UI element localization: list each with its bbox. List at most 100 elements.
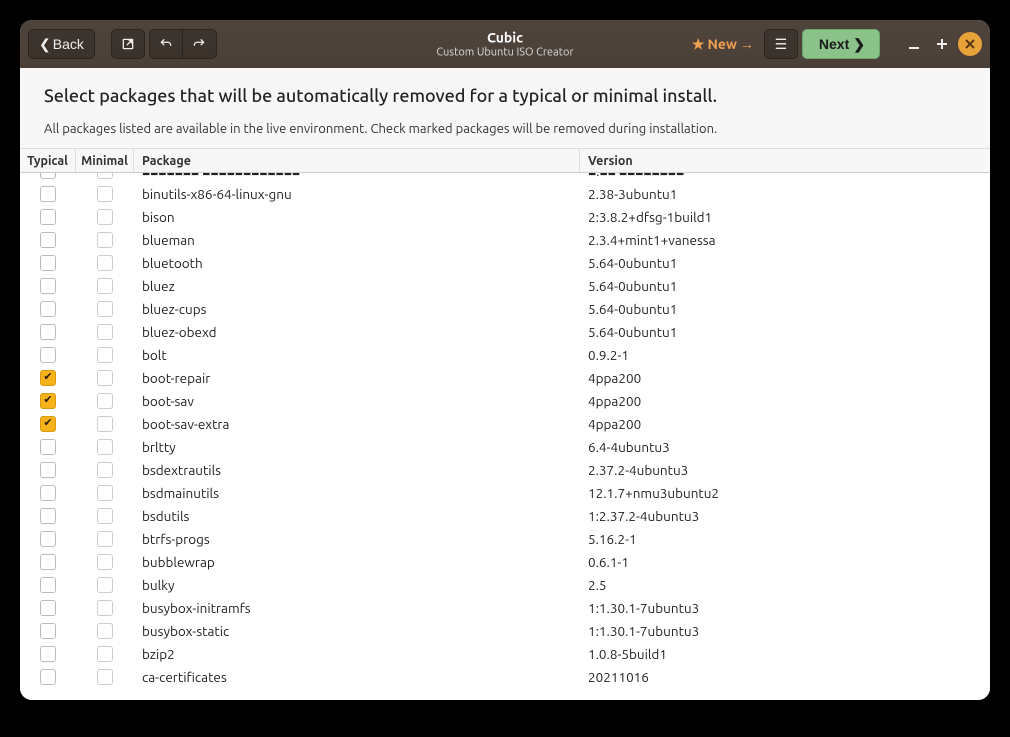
minimal-checkbox[interactable] [97, 554, 113, 570]
minimal-checkbox[interactable] [97, 600, 113, 616]
menu-button[interactable]: ☰ [764, 29, 798, 59]
table-row: bluez-cups5.64-0ubuntu1 [20, 297, 990, 320]
package-name: blueman [134, 232, 580, 248]
package-version: 1.0.8-5build1 [580, 646, 990, 662]
minimal-checkbox[interactable] [97, 301, 113, 317]
typical-checkbox[interactable] [40, 301, 56, 317]
package-version: 4ppa200 [580, 416, 990, 432]
typical-checkbox[interactable] [40, 173, 56, 179]
package-name: bluetooth [134, 255, 580, 271]
typical-checkbox[interactable] [40, 186, 56, 202]
typical-checkbox[interactable] [40, 232, 56, 248]
minimal-checkbox[interactable] [97, 186, 113, 202]
table-row: blueman2.3.4+mint1+vanessa [20, 228, 990, 251]
typical-checkbox[interactable] [40, 600, 56, 616]
minimal-checkbox[interactable] [97, 416, 113, 432]
open-in-new-icon [121, 37, 135, 51]
minimal-checkbox[interactable] [97, 173, 113, 179]
typical-checkbox[interactable] [40, 531, 56, 547]
typical-checkbox[interactable] [40, 554, 56, 570]
typical-checkbox[interactable] [40, 278, 56, 294]
package-name: bluez-cups [134, 301, 580, 317]
minimize-button[interactable] [902, 32, 926, 56]
package-name: boot-repair [134, 370, 580, 386]
typical-checkbox[interactable] [40, 209, 56, 225]
chevron-right-icon: ❯ [853, 36, 865, 53]
package-version: 2.38-3ubuntu1 [580, 186, 990, 202]
package-name: brltty [134, 439, 580, 455]
minimal-checkbox[interactable] [97, 324, 113, 340]
redo-icon [192, 37, 206, 51]
minimal-checkbox[interactable] [97, 485, 113, 501]
package-version: 2.3.4+mint1+vanessa [580, 232, 990, 248]
column-header-package[interactable]: Package [134, 149, 580, 172]
package-name: busybox-initramfs [134, 600, 580, 616]
minimize-icon [908, 38, 920, 50]
package-version: ■.■■ ■■■■■■■■ [580, 173, 990, 179]
typical-checkbox[interactable] [40, 646, 56, 662]
back-button[interactable]: ❮ Back [28, 29, 95, 59]
typical-checkbox[interactable] [40, 508, 56, 524]
package-version: 2.37.2-4ubuntu3 [580, 462, 990, 478]
app-window: ❮ Back Cubic Custom Ubuntu ISO Creator [20, 20, 990, 700]
table-body[interactable]: ■■■■■■■ ■■■■■■■■■■■■ ■.■■ ■■■■■■■■ binut… [20, 173, 990, 700]
package-version: 2.5 [580, 577, 990, 593]
typical-checkbox[interactable] [40, 623, 56, 639]
redo-button[interactable] [183, 29, 217, 59]
minimal-checkbox[interactable] [97, 669, 113, 685]
arrow-right-icon: → [740, 36, 754, 52]
package-version: 1:2.37.2-4ubuntu3 [580, 508, 990, 524]
package-name: bison [134, 209, 580, 225]
minimal-checkbox[interactable] [97, 577, 113, 593]
column-header-typical[interactable]: Typical [20, 149, 76, 172]
close-icon [965, 39, 975, 49]
minimal-checkbox[interactable] [97, 370, 113, 386]
typical-checkbox[interactable] [40, 416, 56, 432]
minimal-checkbox[interactable] [97, 255, 113, 271]
close-button[interactable] [958, 32, 982, 56]
typical-checkbox[interactable] [40, 462, 56, 478]
minimal-checkbox[interactable] [97, 508, 113, 524]
typical-checkbox[interactable] [40, 669, 56, 685]
package-name: bsdextrautils [134, 462, 580, 478]
typical-checkbox[interactable] [40, 347, 56, 363]
package-name: btrfs-progs [134, 531, 580, 547]
open-in-new-button[interactable] [111, 29, 145, 59]
minimal-checkbox[interactable] [97, 209, 113, 225]
minimal-checkbox[interactable] [97, 393, 113, 409]
package-version: 12.1.7+nmu3ubuntu2 [580, 485, 990, 501]
page-title: Select packages that will be automatical… [44, 86, 966, 106]
package-version: 5.64-0ubuntu1 [580, 324, 990, 340]
minimal-checkbox[interactable] [97, 278, 113, 294]
typical-checkbox[interactable] [40, 370, 56, 386]
minimal-checkbox[interactable] [97, 232, 113, 248]
table-row: btrfs-progs5.16.2-1 [20, 527, 990, 550]
next-button[interactable]: Next ❯ [802, 29, 880, 59]
typical-checkbox[interactable] [40, 485, 56, 501]
table-row: bluez5.64-0ubuntu1 [20, 274, 990, 297]
package-version: 4ppa200 [580, 393, 990, 409]
table-row: boot-repair4ppa200 [20, 366, 990, 389]
column-header-version[interactable]: Version [580, 149, 990, 172]
page-description: All packages listed are available in the… [44, 122, 966, 136]
minimal-checkbox[interactable] [97, 347, 113, 363]
package-version: 5.64-0ubuntu1 [580, 301, 990, 317]
package-version: 5.16.2-1 [580, 531, 990, 547]
typical-checkbox[interactable] [40, 255, 56, 271]
package-name: ca-certificates [134, 669, 580, 685]
undo-button[interactable] [149, 29, 183, 59]
minimal-checkbox[interactable] [97, 646, 113, 662]
minimal-checkbox[interactable] [97, 531, 113, 547]
typical-checkbox[interactable] [40, 577, 56, 593]
column-header-minimal[interactable]: Minimal [76, 149, 134, 172]
typical-checkbox[interactable] [40, 439, 56, 455]
undo-icon [159, 37, 173, 51]
app-title: Cubic [436, 30, 573, 46]
star-icon: ★ [692, 36, 705, 53]
maximize-button[interactable] [930, 32, 954, 56]
minimal-checkbox[interactable] [97, 623, 113, 639]
minimal-checkbox[interactable] [97, 462, 113, 478]
typical-checkbox[interactable] [40, 393, 56, 409]
typical-checkbox[interactable] [40, 324, 56, 340]
minimal-checkbox[interactable] [97, 439, 113, 455]
